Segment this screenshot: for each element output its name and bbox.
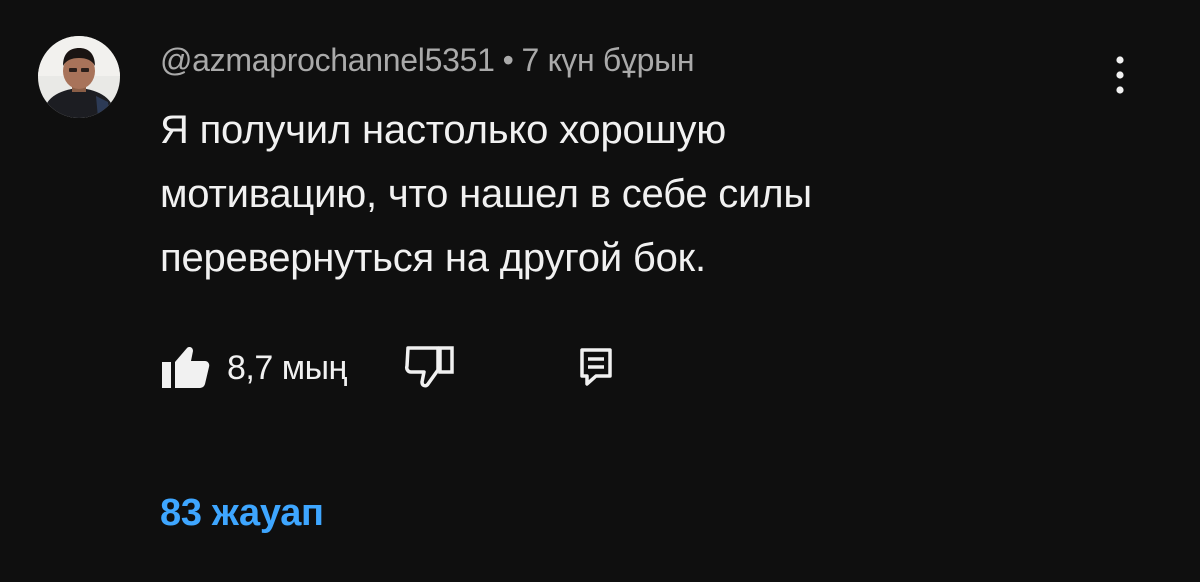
more-vert-icon [1116,56,1124,94]
separator-dot: • [502,42,514,78]
comment-text-line: мотивацию, что нашел в себе силы [160,172,812,216]
comment-timestamp: 7 күн бұрын [521,42,695,78]
comment-text: Я получил настолько хорошую мотивацию, ч… [160,98,1060,290]
like-button[interactable] [160,344,212,390]
view-replies-button[interactable]: 83 жауап [160,490,324,536]
comment-text-line: Я получил настолько хорошую [160,108,727,152]
more-options-button[interactable] [1100,50,1140,100]
like-count: 8,7 мың [227,349,347,387]
comment-thread: @azmaprochannel5351 • 7 күн бұрын Я получи… [0,0,1200,582]
comment-reply-icon [580,348,612,386]
comment-text-line: перевернуться на другой бок. [160,236,706,280]
user-avatar-image [38,36,120,118]
thumb-up-filled-icon [162,347,210,388]
dislike-button[interactable] [402,344,458,390]
author-name[interactable]: @azmaprochannel5351 [160,42,495,78]
comment-header: @azmaprochannel5351 • 7 күн бұрын [160,38,695,82]
avatar[interactable] [38,36,120,118]
reply-button[interactable] [576,346,616,388]
thumb-down-outline-icon [405,346,454,388]
